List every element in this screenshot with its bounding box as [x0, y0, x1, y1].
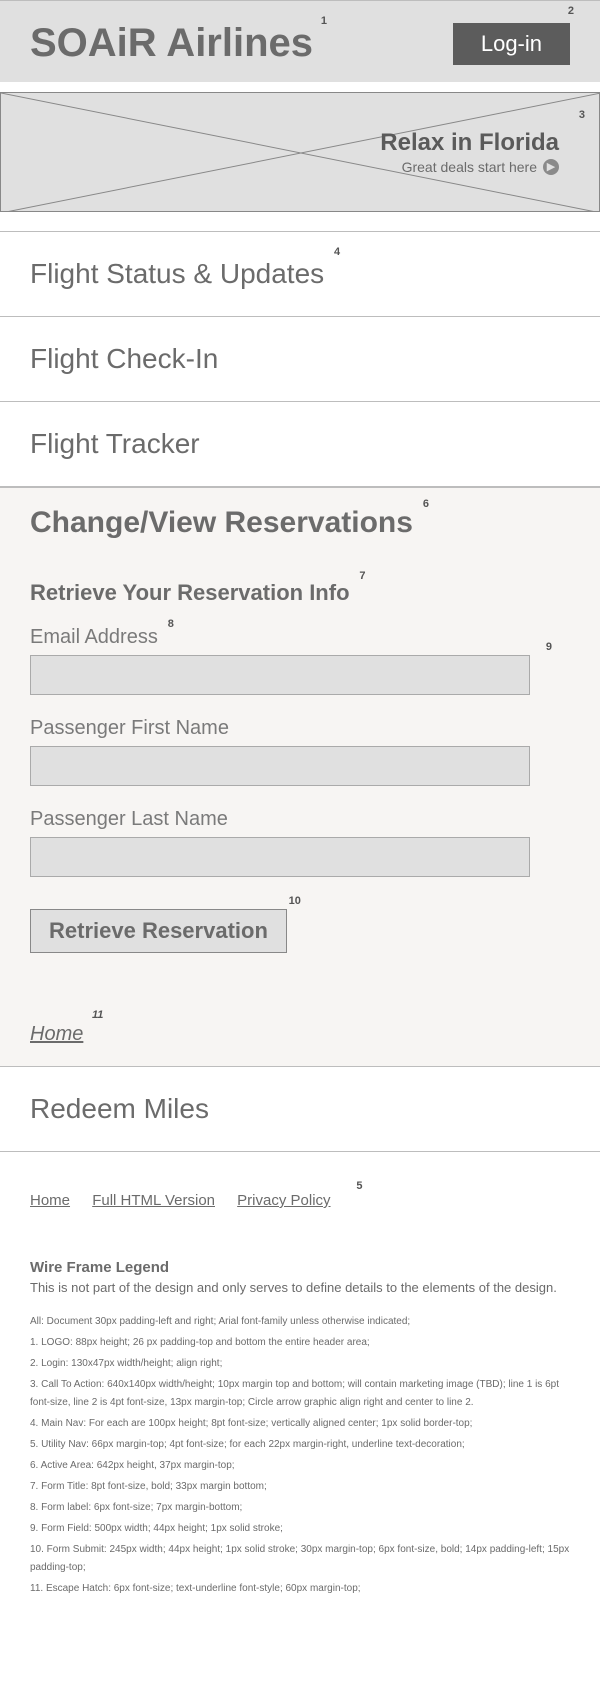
first-name-label: Passenger First Name	[30, 717, 229, 740]
cta-banner[interactable]: Relax in Florida Great deals start here …	[0, 92, 600, 212]
legend-item: 11. Escape Hatch: 6px font-size; text-un…	[30, 1580, 570, 1598]
utility-nav: Home Full HTML Version Privacy Policy	[0, 1152, 600, 1209]
legend-item: 4. Main Nav: For each are 100px height; …	[30, 1415, 570, 1433]
util-privacy-link[interactable]: Privacy Policy	[237, 1192, 330, 1209]
legend-item: 9. Form Field: 500px width; 44px height;…	[30, 1520, 570, 1538]
legend-item: 10. Form Submit: 245px width; 44px heigh…	[30, 1541, 570, 1577]
arrow-right-icon: ▶	[543, 159, 559, 175]
first-name-field[interactable]	[30, 746, 530, 786]
util-full-html-link[interactable]: Full HTML Version	[92, 1192, 215, 1209]
active-area: Change/View Reservations Retrieve Your R…	[0, 487, 600, 1066]
email-label: Email Address	[30, 626, 158, 649]
logo: SOAiR Airlines	[30, 21, 313, 66]
legend-item: All: Document 30px padding-left and righ…	[30, 1313, 570, 1331]
last-name-label: Passenger Last Name	[30, 808, 228, 831]
legend-title: Wire Frame Legend	[30, 1259, 570, 1276]
nav-flight-checkin[interactable]: Flight Check-In	[0, 316, 600, 402]
cta-title: Relax in Florida	[380, 129, 559, 157]
legend-item: 5. Utility Nav: 66px margin-top; 4pt fon…	[30, 1436, 570, 1454]
wireframe-legend: Wire Frame Legend This is not part of th…	[0, 1209, 600, 1641]
header: SOAiR Airlines Log-in	[0, 0, 600, 82]
legend-item: 6. Active Area: 642px height, 37px margi…	[30, 1457, 570, 1475]
legend-item: 3. Call To Action: 640x140px width/heigh…	[30, 1376, 570, 1412]
legend-item: 8. Form label: 6px font-size; 7px margin…	[30, 1499, 570, 1517]
cta-subtitle: Great deals start here ▶	[380, 159, 559, 175]
retrieve-reservation-button[interactable]: Retrieve Reservation	[30, 909, 287, 953]
form-title: Retrieve Your Reservation Info	[30, 580, 350, 606]
escape-home-link[interactable]: Home	[30, 1023, 83, 1046]
nav-flight-tracker[interactable]: Flight Tracker	[0, 401, 600, 487]
nav-redeem-miles[interactable]: Redeem Miles	[0, 1066, 600, 1152]
legend-item: 1. LOGO: 88px height; 26 px padding-top …	[30, 1334, 570, 1352]
legend-subtitle: This is not part of the design and only …	[30, 1280, 570, 1295]
last-name-field[interactable]	[30, 837, 530, 877]
nav-flight-status[interactable]: Flight Status & Updates	[0, 231, 600, 317]
legend-item: 2. Login: 130x47px width/height; align r…	[30, 1355, 570, 1373]
login-button[interactable]: Log-in	[453, 23, 570, 65]
util-home-link[interactable]: Home	[30, 1192, 70, 1209]
active-heading: Change/View Reservations	[30, 506, 413, 540]
email-field[interactable]	[30, 655, 530, 695]
legend-item: 7. Form Title: 8pt font-size, bold; 33px…	[30, 1478, 570, 1496]
